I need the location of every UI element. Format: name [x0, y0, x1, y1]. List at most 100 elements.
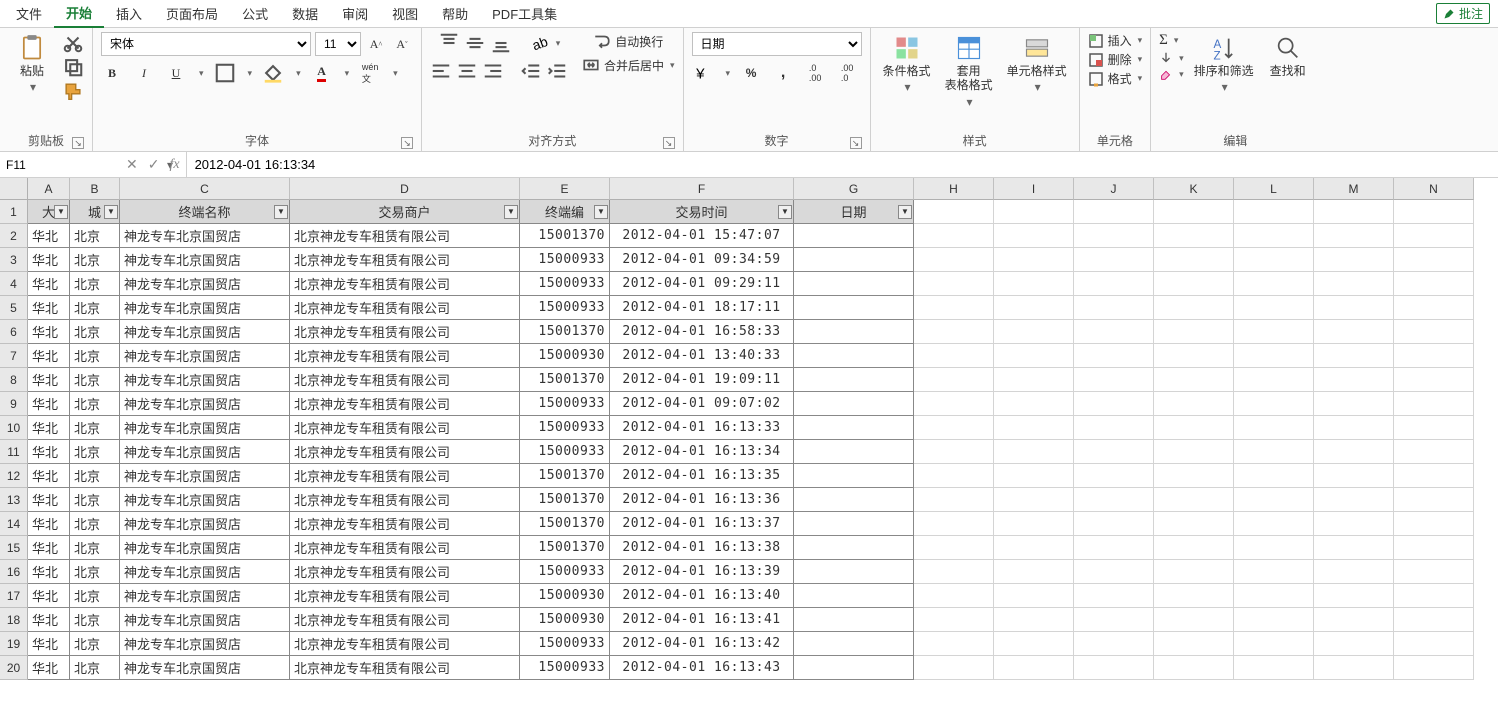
data-cell[interactable]: 北京神龙专车租赁有限公司	[290, 392, 520, 416]
number-format-select[interactable]: 日期	[692, 32, 862, 56]
annotate-button[interactable]: 批注	[1436, 3, 1490, 24]
empty-cell[interactable]	[1394, 320, 1474, 344]
empty-cell[interactable]	[1154, 584, 1234, 608]
align-left-button[interactable]	[430, 60, 452, 82]
data-cell[interactable]: 神龙专车北京国贸店	[120, 584, 290, 608]
empty-cell[interactable]	[1234, 200, 1314, 224]
empty-cell[interactable]	[1234, 440, 1314, 464]
data-cell[interactable]	[794, 488, 914, 512]
empty-cell[interactable]	[994, 368, 1074, 392]
data-cell[interactable]: 华北	[28, 248, 70, 272]
empty-cell[interactable]	[994, 248, 1074, 272]
data-cell[interactable]: 华北	[28, 464, 70, 488]
filter-button[interactable]: ▼	[104, 205, 118, 219]
data-cell[interactable]: 华北	[28, 272, 70, 296]
empty-cell[interactable]	[1394, 392, 1474, 416]
data-cell[interactable]: 15000933	[520, 416, 610, 440]
data-cell[interactable]: 15000933	[520, 296, 610, 320]
empty-cell[interactable]	[1154, 320, 1234, 344]
data-cell[interactable]: 北京	[70, 584, 120, 608]
empty-cell[interactable]	[1394, 632, 1474, 656]
data-cell[interactable]	[794, 392, 914, 416]
data-cell[interactable]: 15001370	[520, 224, 610, 248]
empty-cell[interactable]	[1154, 464, 1234, 488]
data-cell[interactable]	[794, 440, 914, 464]
data-cell[interactable]	[794, 608, 914, 632]
filter-button[interactable]: ▼	[504, 205, 518, 219]
clear-button[interactable]: ▾	[1159, 67, 1184, 81]
decrease-font-button[interactable]: Aˇ	[391, 33, 413, 55]
empty-cell[interactable]	[1234, 536, 1314, 560]
format-cells-button[interactable]: 格式▾	[1088, 70, 1143, 87]
empty-cell[interactable]	[1314, 320, 1394, 344]
empty-cell[interactable]	[1394, 368, 1474, 392]
data-cell[interactable]: 神龙专车北京国贸店	[120, 656, 290, 680]
data-cell[interactable]: 北京神龙专车租赁有限公司	[290, 248, 520, 272]
empty-cell[interactable]	[1154, 200, 1234, 224]
data-cell[interactable]: 神龙专车北京国贸店	[120, 320, 290, 344]
empty-cell[interactable]	[1074, 224, 1154, 248]
empty-cell[interactable]	[914, 512, 994, 536]
data-cell[interactable]	[794, 320, 914, 344]
filter-button[interactable]: ▼	[778, 205, 792, 219]
row-header[interactable]: 18	[0, 608, 28, 632]
empty-cell[interactable]	[1154, 440, 1234, 464]
empty-cell[interactable]	[1154, 368, 1234, 392]
data-cell[interactable]: 北京神龙专车租赁有限公司	[290, 488, 520, 512]
empty-cell[interactable]	[1074, 392, 1154, 416]
increase-indent-button[interactable]	[546, 60, 568, 82]
row-header[interactable]: 10	[0, 416, 28, 440]
empty-cell[interactable]	[914, 560, 994, 584]
border-button[interactable]	[214, 62, 236, 84]
row-header[interactable]: 2	[0, 224, 28, 248]
empty-cell[interactable]	[1074, 560, 1154, 584]
empty-cell[interactable]	[1394, 464, 1474, 488]
data-cell[interactable]: 神龙专车北京国贸店	[120, 368, 290, 392]
table-header-cell[interactable]: 终端编▼	[520, 200, 610, 224]
data-cell[interactable]: 北京	[70, 296, 120, 320]
align-top-button[interactable]	[438, 32, 460, 54]
empty-cell[interactable]	[914, 656, 994, 680]
comma-button[interactable]: ,	[772, 62, 794, 84]
data-cell[interactable]	[794, 344, 914, 368]
row-header[interactable]: 1	[0, 200, 28, 224]
menu-item-4[interactable]: 公式	[230, 0, 280, 27]
row-header[interactable]: 15	[0, 536, 28, 560]
data-cell[interactable]: 华北	[28, 656, 70, 680]
fill-color-button[interactable]	[262, 62, 284, 84]
data-cell[interactable]: 15000933	[520, 392, 610, 416]
empty-cell[interactable]	[1234, 392, 1314, 416]
data-cell[interactable]: 北京	[70, 608, 120, 632]
empty-cell[interactable]	[994, 296, 1074, 320]
empty-cell[interactable]	[994, 584, 1074, 608]
column-header[interactable]: J	[1074, 178, 1154, 200]
empty-cell[interactable]	[994, 656, 1074, 680]
empty-cell[interactable]	[1154, 536, 1234, 560]
empty-cell[interactable]	[1154, 488, 1234, 512]
percent-button[interactable]: %	[740, 62, 762, 84]
data-cell[interactable]: 北京神龙专车租赁有限公司	[290, 584, 520, 608]
empty-cell[interactable]	[1234, 320, 1314, 344]
empty-cell[interactable]	[1394, 248, 1474, 272]
data-cell[interactable]: 15000930	[520, 344, 610, 368]
data-cell[interactable]: 2012-04-01 16:13:37	[610, 512, 794, 536]
empty-cell[interactable]	[1154, 296, 1234, 320]
data-cell[interactable]: 北京	[70, 632, 120, 656]
empty-cell[interactable]	[1314, 560, 1394, 584]
empty-cell[interactable]	[914, 440, 994, 464]
data-cell[interactable]: 2012-04-01 16:13:41	[610, 608, 794, 632]
empty-cell[interactable]	[1074, 512, 1154, 536]
row-header[interactable]: 17	[0, 584, 28, 608]
empty-cell[interactable]	[1074, 440, 1154, 464]
empty-cell[interactable]	[914, 608, 994, 632]
data-cell[interactable]: 华北	[28, 536, 70, 560]
menu-item-3[interactable]: 页面布局	[154, 0, 230, 27]
empty-cell[interactable]	[994, 344, 1074, 368]
empty-cell[interactable]	[1074, 464, 1154, 488]
table-header-cell[interactable]: 城▼	[70, 200, 120, 224]
column-header[interactable]: B	[70, 178, 120, 200]
data-cell[interactable]: 神龙专车北京国贸店	[120, 296, 290, 320]
empty-cell[interactable]	[914, 224, 994, 248]
column-header[interactable]: A	[28, 178, 70, 200]
data-cell[interactable]: 华北	[28, 416, 70, 440]
